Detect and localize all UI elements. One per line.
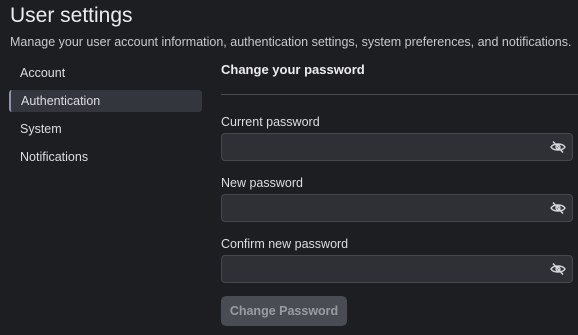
current-password-field [221, 133, 573, 161]
new-password-field [221, 194, 573, 222]
eye-off-icon[interactable] [550, 201, 566, 215]
user-settings-page: User settings Manage your user account i… [0, 0, 578, 335]
new-password-label: New password [221, 176, 303, 190]
confirm-password-input[interactable] [222, 256, 542, 282]
section-title: Change your password [221, 62, 365, 77]
sidebar-item-authentication[interactable]: Authentication [9, 90, 202, 112]
sidebar-item-notifications[interactable]: Notifications [9, 146, 202, 168]
current-password-input[interactable] [222, 134, 542, 160]
change-password-button[interactable]: Change Password [221, 296, 347, 326]
page-description: Manage your user account information, au… [10, 35, 572, 49]
page-title: User settings [10, 4, 133, 27]
eye-off-icon[interactable] [550, 262, 566, 276]
section-divider [221, 94, 578, 95]
current-password-label: Current password [221, 115, 320, 129]
confirm-password-label: Confirm new password [221, 237, 349, 251]
sidebar-item-system[interactable]: System [9, 118, 202, 140]
confirm-password-field [221, 255, 573, 283]
eye-off-icon[interactable] [550, 140, 566, 154]
new-password-input[interactable] [222, 195, 542, 221]
sidebar-item-account[interactable]: Account [9, 62, 202, 84]
settings-sidebar: Account Authentication System Notificati… [9, 62, 202, 174]
